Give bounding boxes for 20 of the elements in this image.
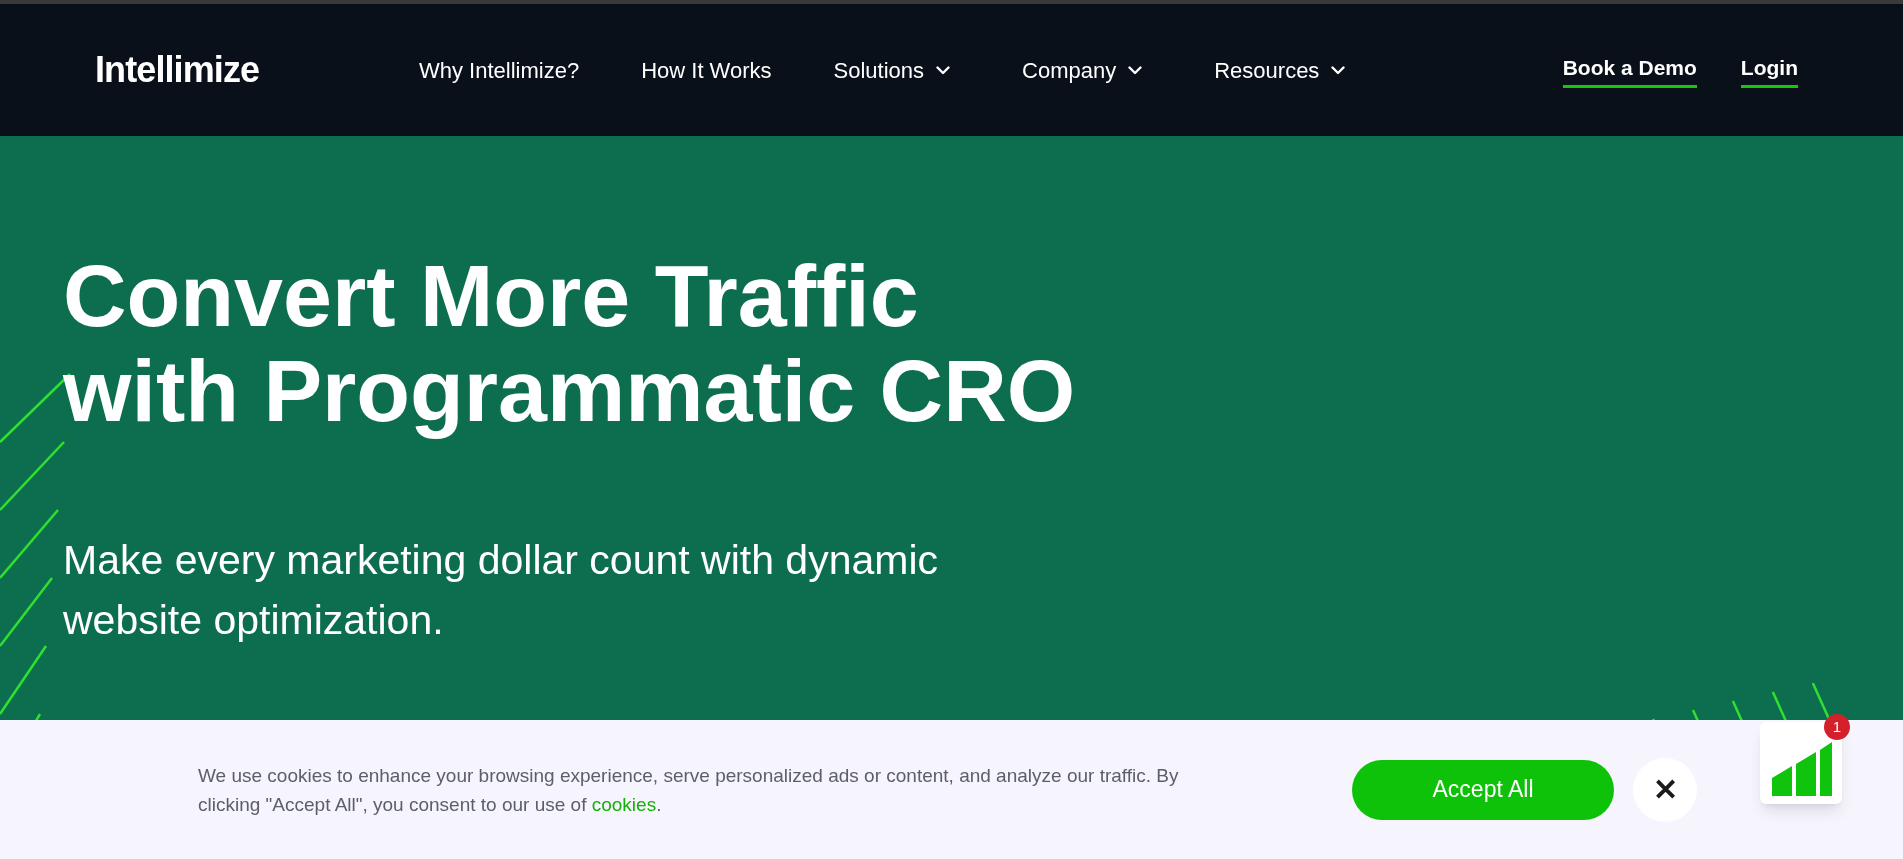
hero-title: Convert More Traffic with Programmatic CRO <box>63 248 1077 438</box>
chevron-down-icon <box>1331 65 1346 75</box>
nav-label: Company <box>1022 56 1117 85</box>
nav-dropdown[interactable]: Company <box>1022 53 1143 87</box>
nav-dropdown[interactable]: Resources <box>1214 53 1346 87</box>
nav-dropdown[interactable]: Solutions <box>833 53 951 87</box>
chevron-down-icon <box>1128 65 1143 75</box>
header-link[interactable]: Login <box>1740 51 1798 89</box>
nav-label: Resources <box>1214 56 1320 85</box>
chat-widget[interactable] <box>1760 722 1842 804</box>
nav-label: Solutions <box>833 56 925 85</box>
close-button[interactable]: ✕ <box>1633 757 1697 822</box>
header-link[interactable]: Book a Demo <box>1562 51 1697 89</box>
notification-badge: 1 <box>1824 714 1850 740</box>
nav-link[interactable]: Why Intellimize? <box>419 53 580 87</box>
nav-link[interactable]: How It Works <box>641 53 772 87</box>
chevron-down-icon <box>936 65 951 75</box>
hero-subtitle: Make every marketing dollar count with dynamic website optimization. <box>63 536 940 645</box>
cookie-notice: We use cookies to enhance your browsing experience, serve personalized ads or content, and analyze our traffic. By clicking "Accept All", you consent to our use of cookies. <box>198 763 1180 817</box>
site-logo[interactable]: Intellimize <box>95 43 419 97</box>
